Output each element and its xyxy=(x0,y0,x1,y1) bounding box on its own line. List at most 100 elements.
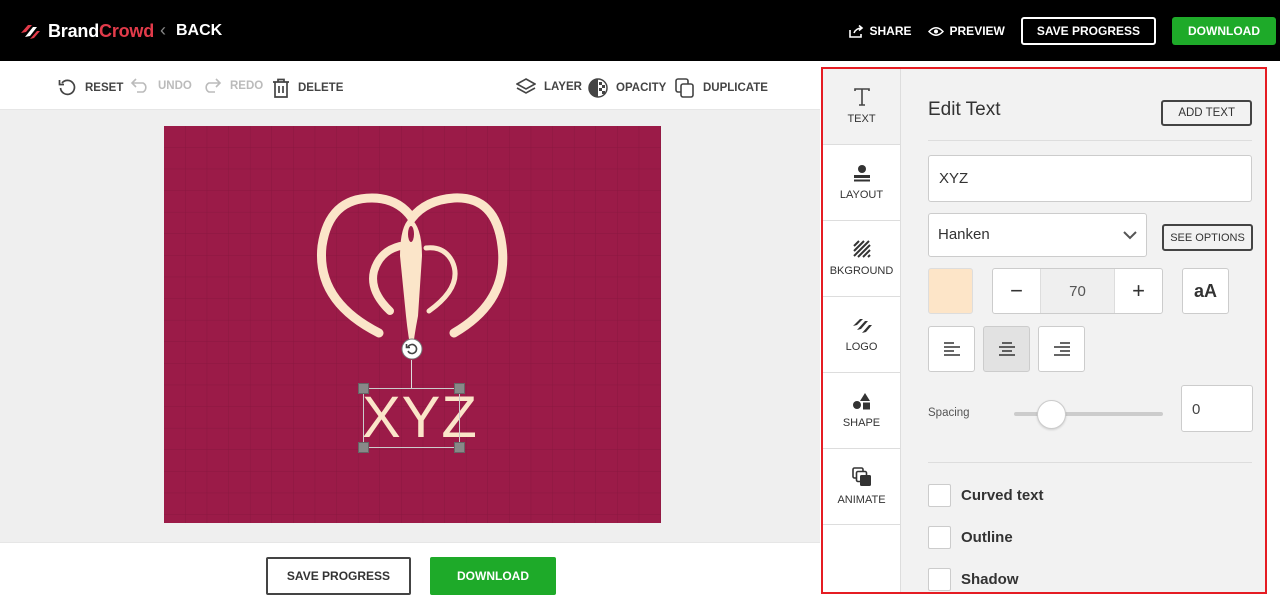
share-icon xyxy=(848,24,863,38)
reset-button[interactable]: RESET xyxy=(58,78,123,97)
add-text-button[interactable]: ADD TEXT xyxy=(1161,100,1252,126)
align-center-button[interactable] xyxy=(983,326,1030,372)
tab-logo[interactable]: LOGO xyxy=(823,297,900,373)
text-color-swatch[interactable] xyxy=(928,268,973,314)
outline-label: Outline xyxy=(961,529,1013,546)
selection-box[interactable] xyxy=(358,383,465,453)
shadow-option[interactable]: Shadow xyxy=(928,568,1019,591)
background-icon xyxy=(852,240,871,258)
duplicate-label: DUPLICATE xyxy=(703,82,768,94)
text-case-button[interactable]: aA xyxy=(1182,268,1229,314)
align-right-icon xyxy=(1053,342,1070,356)
header-actions: SHARE PREVIEW SAVE PROGRESS DOWNLOAD xyxy=(848,17,1276,45)
rotate-icon[interactable] xyxy=(401,338,423,360)
chevron-left-icon: ‹ xyxy=(160,20,166,40)
undo-button[interactable]: UNDO xyxy=(130,78,192,93)
delete-button[interactable]: DELETE xyxy=(272,78,343,98)
divider xyxy=(928,462,1252,463)
brand-logo[interactable]: BrandCrowd xyxy=(18,19,154,43)
shadow-checkbox[interactable] xyxy=(928,568,951,591)
resize-handle-top-right[interactable] xyxy=(454,383,465,394)
redo-icon xyxy=(205,78,222,93)
spacing-slider-knob[interactable] xyxy=(1037,400,1066,429)
resize-handle-bottom-left[interactable] xyxy=(358,442,369,453)
tab-background[interactable]: BKGROUND xyxy=(823,221,900,297)
text-icon xyxy=(853,88,870,106)
tab-label: LOGO xyxy=(845,341,878,353)
tab-label: BKGROUND xyxy=(829,265,894,277)
resize-handle-top-left[interactable] xyxy=(358,383,369,394)
curved-text-label: Curved text xyxy=(961,487,1044,504)
outline-checkbox[interactable] xyxy=(928,526,951,549)
back-label: BACK xyxy=(176,21,223,39)
download-bottom-button[interactable]: DOWNLOAD xyxy=(430,557,556,595)
trash-icon xyxy=(273,78,289,98)
decrease-size-button[interactable]: − xyxy=(993,269,1040,313)
duplicate-icon xyxy=(675,78,694,98)
align-left-icon xyxy=(943,342,960,356)
increase-size-button[interactable]: + xyxy=(1115,269,1162,313)
layers-icon xyxy=(516,78,536,94)
share-label: SHARE xyxy=(869,24,912,38)
delete-label: DELETE xyxy=(298,82,344,94)
align-left-button[interactable] xyxy=(928,326,975,372)
logo-icon xyxy=(852,319,872,333)
tab-label: SHAPE xyxy=(842,417,881,429)
tab-shape[interactable]: SHAPE xyxy=(823,373,900,449)
shape-icon xyxy=(852,393,870,410)
preview-button[interactable]: PREVIEW xyxy=(927,24,1005,38)
needle-heart-logo-icon xyxy=(316,193,508,356)
divider xyxy=(928,140,1252,141)
preview-label: PREVIEW xyxy=(949,24,1005,38)
opacity-label: OPACITY xyxy=(616,82,667,94)
layout-icon xyxy=(853,165,870,182)
download-button[interactable]: DOWNLOAD xyxy=(1172,17,1276,45)
animate-icon xyxy=(851,467,871,486)
text-content-input[interactable]: XYZ xyxy=(928,155,1252,202)
design-artboard[interactable]: XYZ xyxy=(164,126,661,523)
see-options-button[interactable]: SEE OPTIONS xyxy=(1162,224,1253,251)
edit-panel: TEXT LAYOUT BKGROUND LOGO SHAPE ANIMATE … xyxy=(821,67,1267,594)
resize-handle-bottom-right[interactable] xyxy=(454,442,465,453)
tab-label: LAYOUT xyxy=(839,189,884,201)
panel-title: Edit Text xyxy=(928,99,1001,120)
font-select-value: Hanken xyxy=(938,226,990,243)
curved-text-checkbox[interactable] xyxy=(928,484,951,507)
tab-text[interactable]: TEXT xyxy=(823,69,900,145)
spacing-input[interactable]: 0 xyxy=(1181,385,1253,432)
duplicate-button[interactable]: DUPLICATE xyxy=(675,78,768,98)
outline-option[interactable]: Outline xyxy=(928,526,1013,549)
tab-animate[interactable]: ANIMATE xyxy=(823,449,900,525)
brand-name: BrandCrowd xyxy=(48,20,155,41)
font-size-input[interactable]: 70 xyxy=(1040,269,1115,313)
font-select[interactable]: Hanken xyxy=(928,213,1147,257)
font-size-stepper: − 70 + xyxy=(992,268,1163,314)
share-button[interactable]: SHARE xyxy=(848,24,912,38)
tab-label: TEXT xyxy=(847,113,876,125)
bottom-bar: SAVE PROGRESS DOWNLOAD xyxy=(0,542,820,602)
reset-icon xyxy=(58,79,76,96)
edit-toolbar: RESET UNDO REDO DELETE LAYER OPACITY DUP… xyxy=(0,61,820,110)
opacity-icon xyxy=(588,78,608,98)
eye-icon xyxy=(927,26,944,36)
layer-button[interactable]: LAYER xyxy=(516,78,582,96)
align-center-icon xyxy=(998,342,1015,356)
back-button[interactable]: ‹ BACK xyxy=(160,20,222,41)
curved-text-option[interactable]: Curved text xyxy=(928,484,1044,507)
undo-icon xyxy=(130,78,147,93)
brandcrowd-logo-icon xyxy=(21,25,40,39)
save-progress-bottom-button[interactable]: SAVE PROGRESS xyxy=(266,557,411,595)
align-right-button[interactable] xyxy=(1038,326,1085,372)
tab-label: ANIMATE xyxy=(837,494,886,506)
spacing-label: Spacing xyxy=(928,407,970,419)
panel-tabs: TEXT LAYOUT BKGROUND LOGO SHAPE ANIMATE xyxy=(823,69,901,592)
top-bar: BrandCrowd ‹ BACK SHARE PREVIEW SAVE PRO… xyxy=(0,0,1280,61)
canvas-workspace: XYZ xyxy=(0,110,820,542)
undo-label: UNDO xyxy=(158,79,192,92)
chevron-down-icon xyxy=(1123,231,1137,240)
tab-layout[interactable]: LAYOUT xyxy=(823,145,900,221)
redo-label: REDO xyxy=(230,79,264,92)
save-progress-button[interactable]: SAVE PROGRESS xyxy=(1020,17,1156,45)
opacity-button[interactable]: OPACITY xyxy=(588,78,666,98)
redo-button[interactable]: REDO xyxy=(202,78,263,93)
